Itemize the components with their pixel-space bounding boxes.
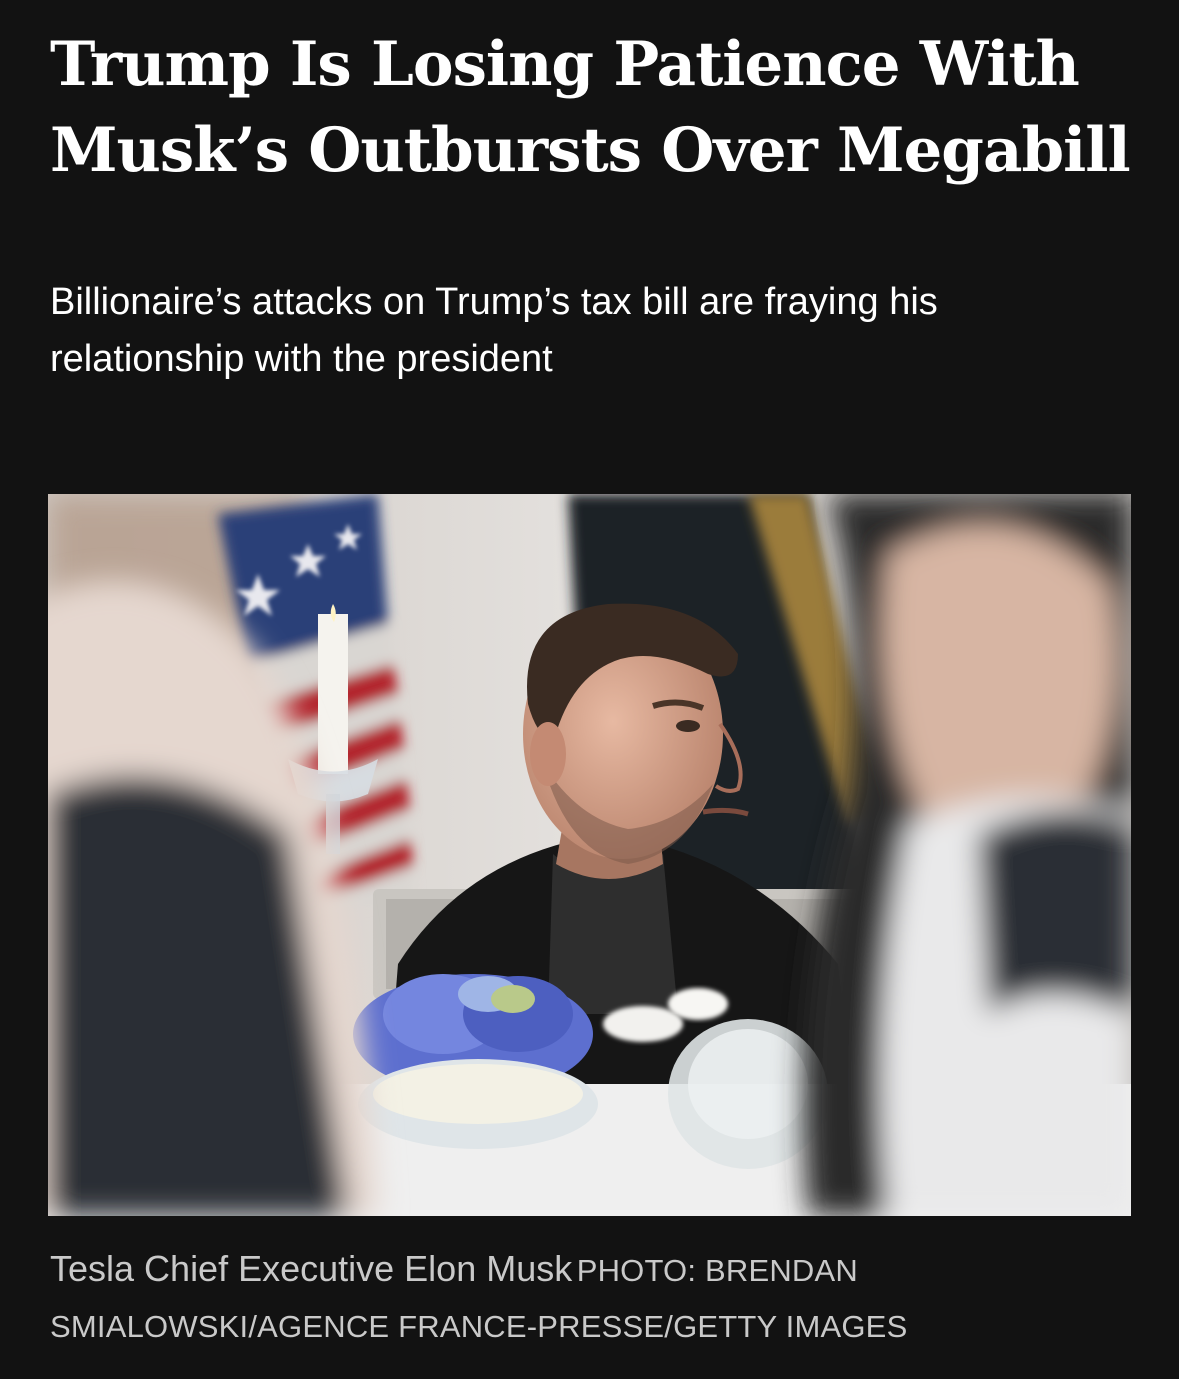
photo-caption: Tesla Chief Executive Elon Musk PHOTO: B… <box>50 1244 1140 1358</box>
article-photo[interactable] <box>48 494 1131 1216</box>
article: Trump Is Losing Patience With Musk’s Out… <box>0 0 1179 1379</box>
flower-arrangement <box>353 974 598 1149</box>
article-dek: Billionaire’s attacks on Trump’s tax bil… <box>50 281 938 380</box>
headline[interactable]: Trump Is Losing Patience With Musk’s Out… <box>50 22 1140 194</box>
caption-text: Tesla Chief Executive Elon Musk <box>50 1248 573 1289</box>
photo-illustration <box>48 494 1131 1216</box>
